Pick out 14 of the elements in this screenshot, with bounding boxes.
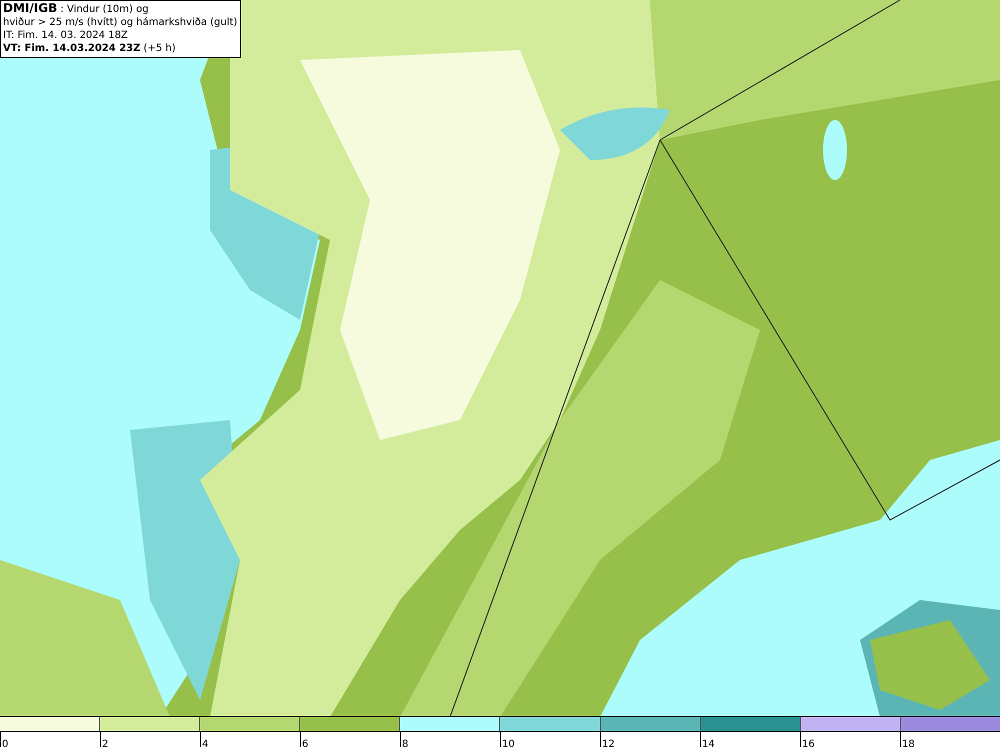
title-line: VT: Fim. 14.03.2024 23Z (+5 h) <box>3 42 177 55</box>
legend-label: 2 <box>101 739 108 747</box>
legend-label: 12 <box>601 739 615 747</box>
legend-label: 6 <box>301 739 308 747</box>
legend-label: 10 <box>501 739 515 747</box>
legend-label: 8 <box>401 739 408 747</box>
title-line: DMI/IGB : Vindur (10m) og <box>3 2 150 16</box>
legend-label: 4 <box>201 739 208 747</box>
legend-label: 14 <box>701 739 715 747</box>
title-line: IT: Fim. 14. 03. 2024 18Z <box>3 29 129 42</box>
legend-label: 18 <box>901 739 915 747</box>
legend-label: 0 <box>1 739 8 747</box>
title-line: hviður > 25 m/s (hvítt) og hámarkshviða (gult) <box>3 16 238 29</box>
legend-label: 16 <box>801 739 815 747</box>
